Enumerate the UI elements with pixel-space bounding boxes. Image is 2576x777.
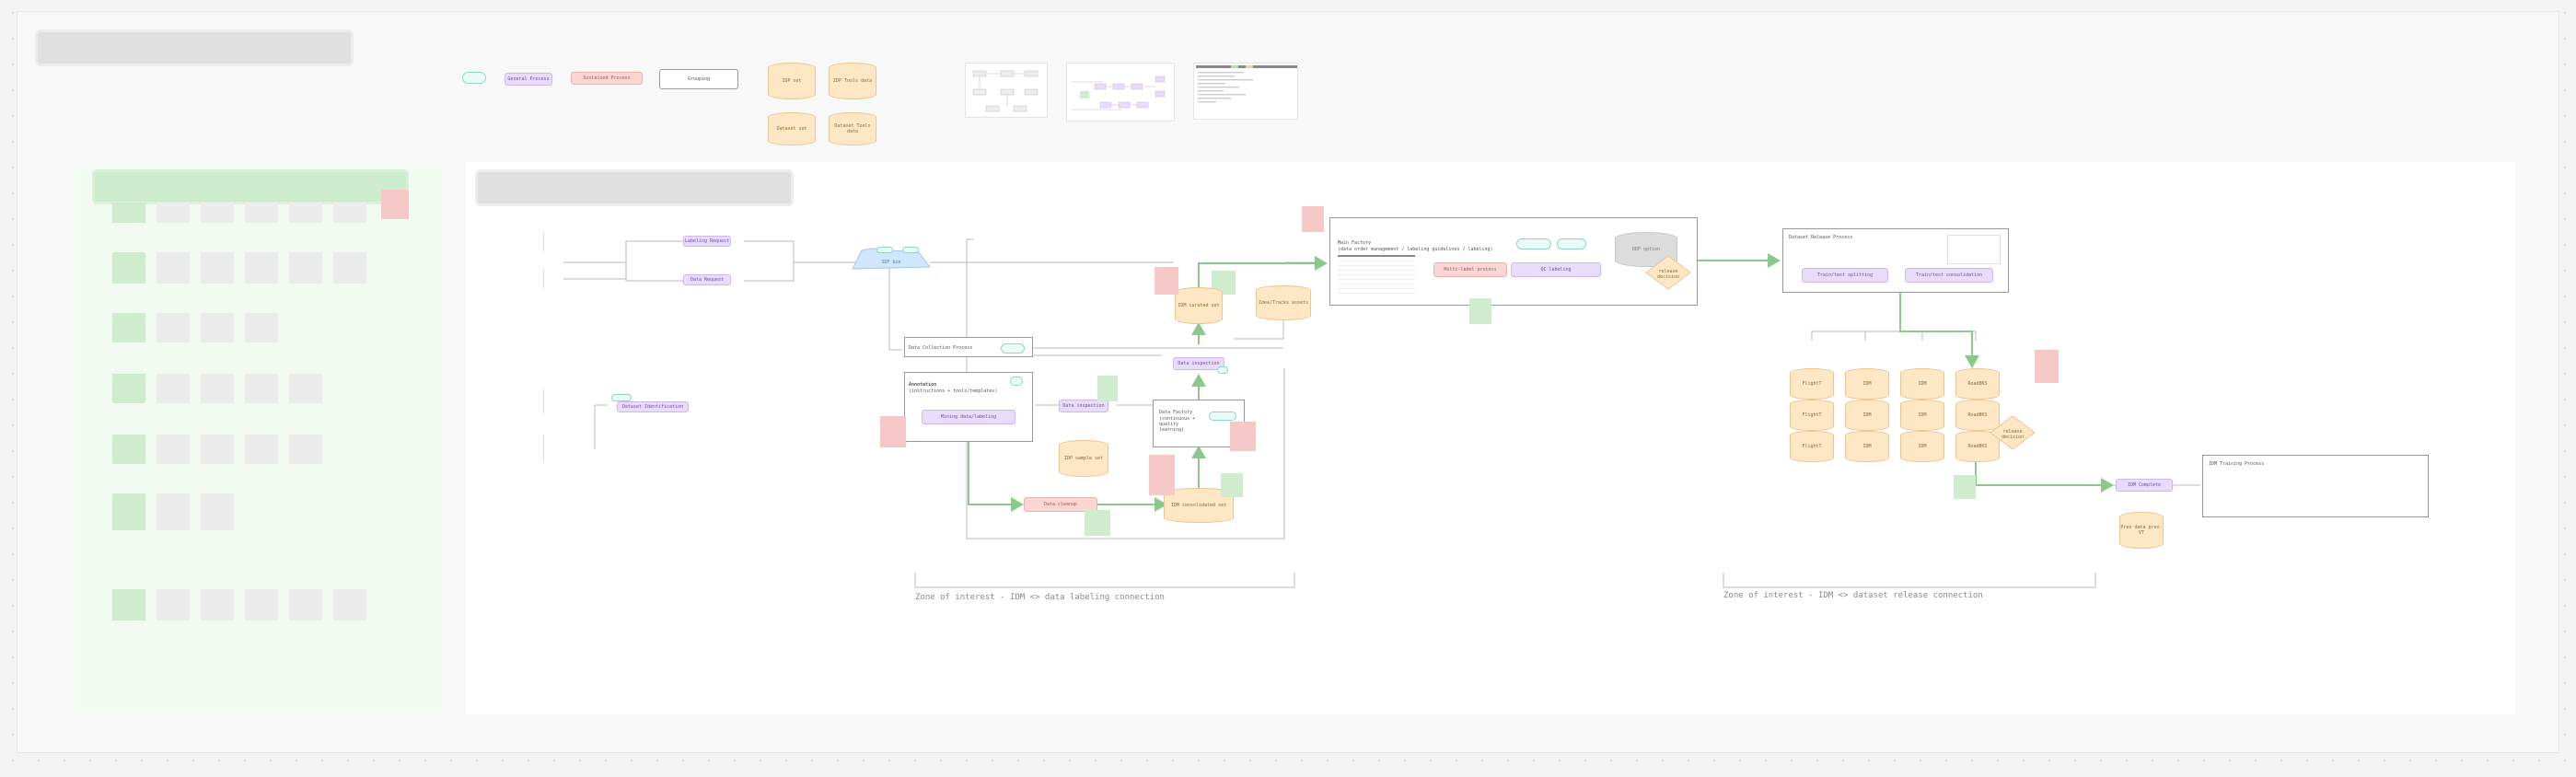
sticky-note-consolidated-red[interactable] xyxy=(1149,455,1175,495)
release-decision-label-1: release decision xyxy=(1656,269,1680,280)
sticky-note-release-red[interactable] xyxy=(2035,350,2059,383)
zone-caption-release: Zone of interest - IDM <> dataset releas… xyxy=(1723,591,1983,600)
sticky-note-inspection-green[interactable] xyxy=(1097,376,1118,401)
dataset-release-title: Dataset Release Process xyxy=(1789,235,1853,240)
sticky-note-factory-red[interactable] xyxy=(1230,422,1256,451)
data-factory-subtitle: (continuous + quality learning) xyxy=(1159,416,1196,433)
data-factory-chip xyxy=(1209,412,1236,421)
main-factory-chip-2 xyxy=(1557,238,1586,249)
sticky-note-annotation-red[interactable] xyxy=(880,416,906,447)
sticky-note-cleanup-green[interactable] xyxy=(1085,510,1110,536)
release-cylinder-0-3[interactable]: RoadBKS xyxy=(1955,368,2000,400)
sdf-chip-1 xyxy=(876,247,893,253)
release-cylinder-0-1[interactable]: IDM xyxy=(1845,368,1889,400)
train-test-consolidation-node[interactable]: Train/test consolidation xyxy=(1905,268,1993,283)
idm-complete-node[interactable]: IDM Complete xyxy=(2116,479,2173,492)
idm-training-process-title: IDM Training Process xyxy=(2209,461,2265,467)
multi-label-process-node[interactable]: Multi-label process xyxy=(1433,262,1507,277)
data-factory-title: Data Factory xyxy=(1159,410,1193,415)
main-factory-top-note xyxy=(1482,208,1501,217)
data-collection-process-box[interactable]: Data Collection Process xyxy=(904,337,1033,357)
release-cylinder-2-1[interactable]: IDM xyxy=(1845,431,1889,462)
idm-training-process-box[interactable]: IDM Training Process xyxy=(2202,455,2429,517)
idm-curated-cylinder[interactable]: IDM curated set xyxy=(1175,287,1223,324)
dataset-release-inner-box xyxy=(1947,235,2001,264)
input-note-4 xyxy=(543,435,563,462)
idp-sample-set-cylinder[interactable]: IDP sample set xyxy=(1059,440,1108,477)
data-request-node[interactable]: Data Request xyxy=(683,274,731,285)
mining-labeling-node[interactable]: Mining data/labeling xyxy=(922,410,1015,424)
annotation-chip xyxy=(1010,377,1023,386)
dataset-release-box[interactable]: Dataset Release Process Train/test split… xyxy=(1782,228,2009,293)
sticky-note-release-green[interactable] xyxy=(1954,475,1976,499)
dataset-identification-node[interactable]: Dataset Identification xyxy=(617,401,689,412)
main-factory-table xyxy=(1338,255,1415,294)
data-collection-process-label: Data Collection Process xyxy=(909,345,973,351)
flag-chip-1 xyxy=(611,394,632,401)
annotation-title: Annotation xyxy=(909,382,937,388)
data-collection-chip xyxy=(1001,343,1025,354)
input-note-1 xyxy=(543,232,562,252)
sdf-bin-label: SDF bin xyxy=(881,260,901,265)
release-cylinder-2-2[interactable]: IDM xyxy=(1900,431,1944,462)
main-factory-title: Main Factory xyxy=(1338,240,1372,246)
release-cylinder-1-1[interactable]: IDM xyxy=(1845,400,1889,431)
release-cylinder-1-2[interactable]: IDM xyxy=(1900,400,1944,431)
input-note-2 xyxy=(543,269,562,289)
sticky-note-curated-red[interactable] xyxy=(1155,267,1178,295)
release-cylinder-0-2[interactable]: IDM xyxy=(1900,368,1944,400)
annotation-box[interactable]: Annotation (instructions + tools/templat… xyxy=(904,372,1033,442)
release-cylinder-1-0[interactable]: FlightT xyxy=(1790,400,1834,431)
train-test-splitting-node[interactable]: Train/test splitting xyxy=(1802,268,1888,283)
main-factory-chip-1 xyxy=(1516,238,1551,249)
labeling-request-node[interactable]: Labeling Request xyxy=(683,236,731,247)
release-cylinder-0-0[interactable]: FlightT xyxy=(1790,368,1834,400)
release-cylinder-2-0[interactable]: FlightT xyxy=(1790,431,1834,462)
zone-caption-labeling: Zone of interest - IDM <> data labeling … xyxy=(915,593,1165,602)
sticky-note-consolidated-green[interactable] xyxy=(1221,473,1243,497)
qc-labeling-node[interactable]: QC labeling xyxy=(1511,262,1601,277)
sticky-note-factory-bottom-green[interactable] xyxy=(1469,298,1491,324)
data-inspection-node-1[interactable]: Data inspection xyxy=(1059,400,1108,412)
ideation-assets-cylinder[interactable]: Idea/Tracks assets xyxy=(1256,285,1311,320)
input-note-3 xyxy=(543,388,563,414)
connector-layer xyxy=(563,238,2200,588)
annotation-subtitle: (instructions + tools/templates) xyxy=(909,388,998,394)
sdf-chip-2 xyxy=(902,247,919,253)
sticky-note-factory-top-red[interactable] xyxy=(1302,206,1324,232)
prev-data-cylinder[interactable]: Prev data prev-VT xyxy=(2119,512,2164,549)
release-decision-label-2: release decision xyxy=(2001,429,2025,440)
inspection-chip xyxy=(1217,366,1228,374)
